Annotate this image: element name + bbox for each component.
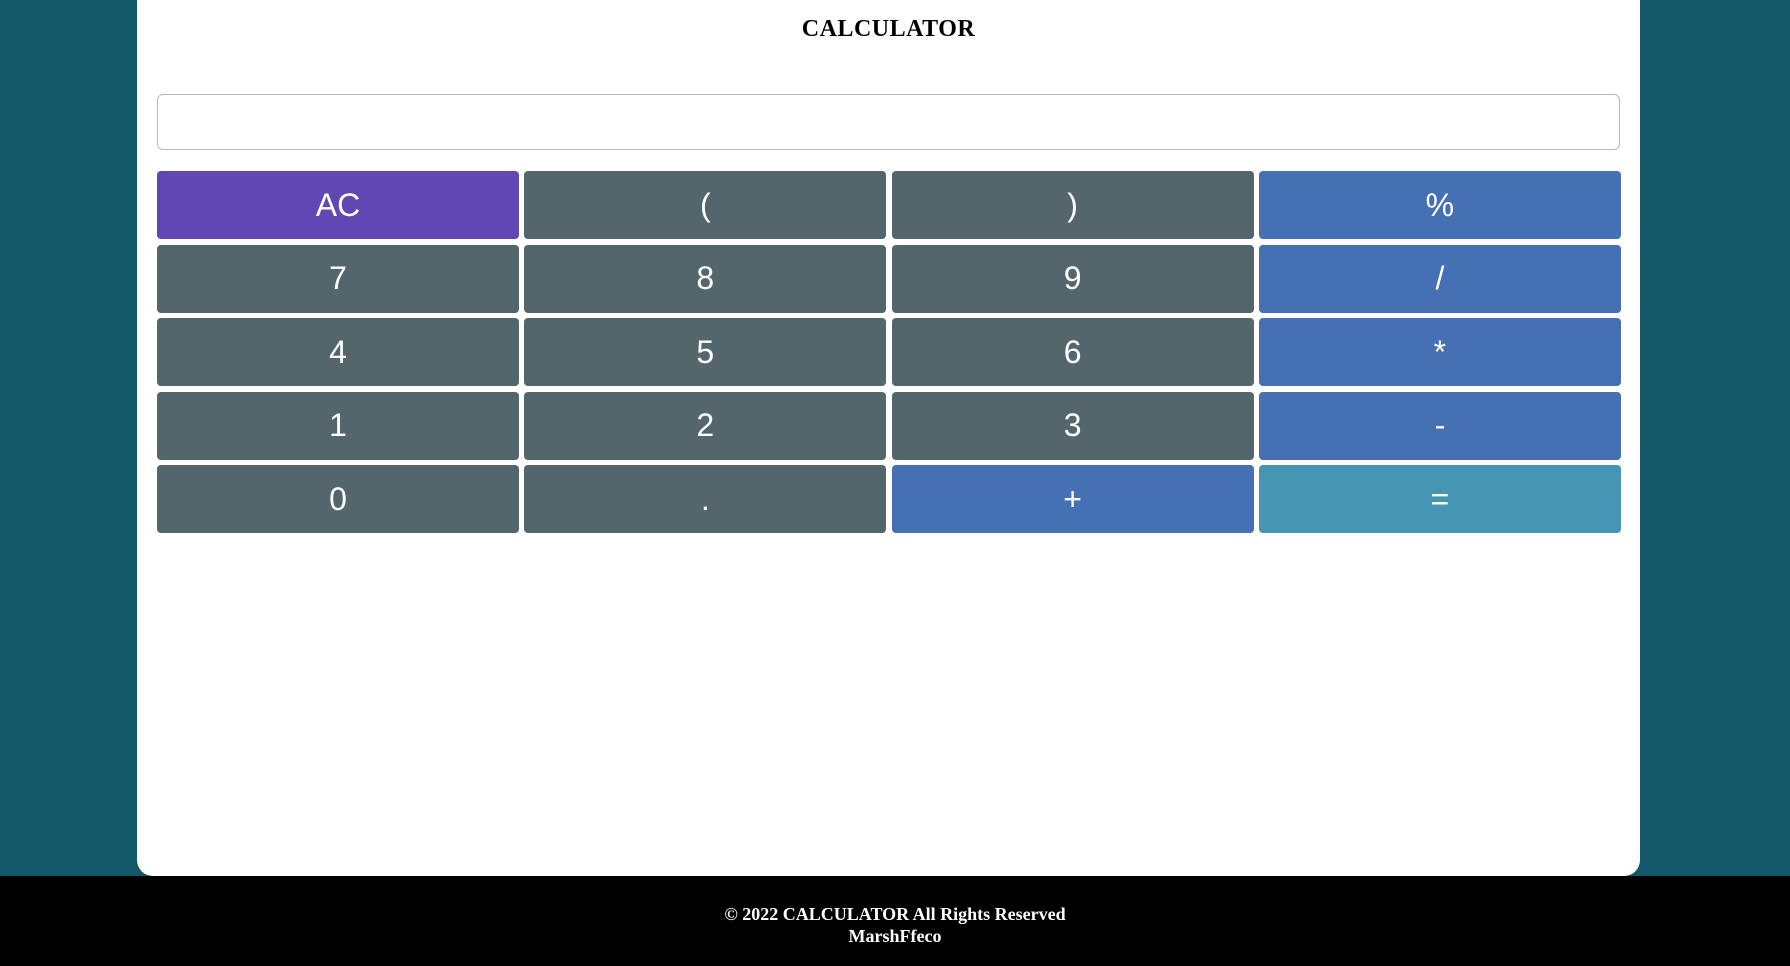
percent-button[interactable]: % (1258, 171, 1621, 239)
clear-button[interactable]: AC (157, 171, 519, 239)
digit-0-button[interactable]: 0 (157, 465, 519, 533)
digit-6-button[interactable]: 6 (891, 318, 1254, 386)
page-title: CALCULATOR (801, 16, 976, 42)
subtract-button[interactable]: - (1258, 391, 1621, 460)
digit-2-button[interactable]: 2 (524, 391, 887, 460)
equals-button[interactable]: = (1258, 465, 1621, 533)
divide-button[interactable]: / (1258, 244, 1621, 313)
digit-9-button[interactable]: 9 (891, 244, 1254, 313)
multiply-button[interactable]: * (1258, 318, 1621, 386)
calculator-card: CALCULATOR AC ( ) % 7 8 9 / 4 5 6 * 1 2 … (137, 0, 1640, 876)
close-paren-button[interactable]: ) (891, 171, 1254, 239)
calculator-display[interactable] (157, 94, 1620, 150)
digit-4-button[interactable]: 4 (157, 318, 519, 386)
footer-copyright: © 2022 CALCULATOR All Rights Reserved (724, 904, 1066, 924)
digit-7-button[interactable]: 7 (157, 244, 519, 313)
keypad: AC ( ) % 7 8 9 / 4 5 6 * 1 2 3 - 0 . + = (157, 171, 1621, 533)
digit-1-button[interactable]: 1 (157, 391, 519, 460)
footer-author: MarshFfeco (848, 926, 942, 946)
add-button[interactable]: + (891, 465, 1254, 533)
digit-5-button[interactable]: 5 (524, 318, 887, 386)
open-paren-button[interactable]: ( (524, 171, 887, 239)
decimal-button[interactable]: . (524, 465, 887, 533)
digit-8-button[interactable]: 8 (524, 244, 887, 313)
footer: © 2022 CALCULATOR All Rights Reserved Ma… (0, 876, 1790, 966)
digit-3-button[interactable]: 3 (891, 391, 1254, 460)
